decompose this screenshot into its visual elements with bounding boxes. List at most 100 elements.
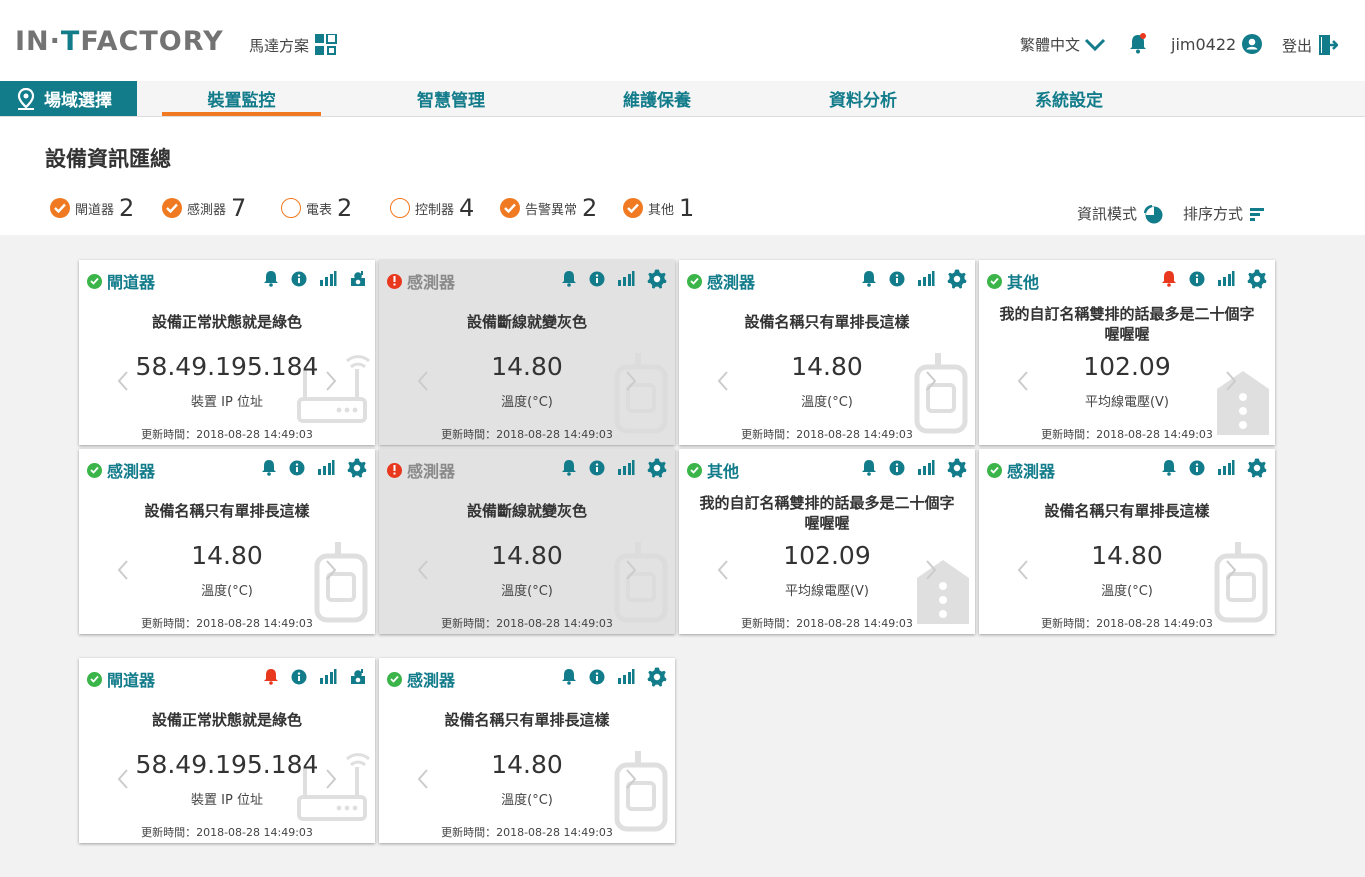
language-selector[interactable]: 繁體中文 <box>1020 34 1106 55</box>
chart-icon[interactable] <box>917 460 935 480</box>
update-time: 更新時間：2018-08-28 14:49:03 <box>741 428 913 441</box>
site-select-button[interactable]: 場域選擇 <box>0 81 137 116</box>
device-card[interactable]: 感測器 設備名稱只有單排長這樣 14.80 溫度(°C) 更新時間：2018-08-28… <box>979 449 1275 634</box>
gear-icon[interactable] <box>347 458 367 482</box>
user-menu[interactable]: jim0422 <box>1171 34 1263 54</box>
status-ok-icon <box>87 273 102 289</box>
chart-icon[interactable] <box>617 669 635 689</box>
chart-icon[interactable] <box>317 460 335 480</box>
status-ok-icon <box>387 671 402 687</box>
device-card[interactable]: 其他 我的自訂名稱雙排的話最多是二十個字喔喔喔 102.09 平均線電壓(V) 更新時間… <box>679 449 975 634</box>
chart-icon[interactable] <box>1217 460 1235 480</box>
logo-text-left: IN· <box>15 26 61 57</box>
checkbox-checked-icon[interactable] <box>50 198 70 218</box>
device-value: 14.80 <box>491 352 563 381</box>
chart-icon[interactable] <box>1217 271 1235 291</box>
sort-button[interactable]: 排序方式 <box>1183 203 1265 224</box>
update-time: 更新時間：2018-08-28 14:49:03 <box>141 428 313 441</box>
chart-icon[interactable] <box>617 271 635 291</box>
tab-maintenance[interactable]: 維護保養 <box>582 81 732 116</box>
chart-icon[interactable] <box>319 271 337 291</box>
filter-item[interactable]: 閘道器 2 <box>50 194 134 222</box>
gear-icon[interactable] <box>1247 458 1267 482</box>
device-card[interactable]: 感測器 設備名稱只有單排長這樣 14.80 溫度(°C) 更新時間：2018-08-28… <box>679 260 975 445</box>
logo[interactable]: IN·TFACTORY <box>15 26 224 57</box>
plan-label: 馬達方案 <box>249 36 310 55</box>
filter-item[interactable]: 感測器 7 <box>162 194 246 222</box>
filter-item[interactable]: 其他 1 <box>623 194 694 222</box>
chart-icon[interactable] <box>917 271 935 291</box>
device-card[interactable]: 感測器 設備名稱只有單排長這樣 14.80 溫度(°C) 更新時間：2018-08-28… <box>379 658 675 843</box>
gear-icon[interactable] <box>647 269 667 293</box>
filter-item[interactable]: 告警異常 2 <box>500 194 597 222</box>
filter-item[interactable]: 控制器 4 <box>390 194 474 222</box>
tab-smart-management[interactable]: 智慧管理 <box>376 81 526 116</box>
info-icon[interactable] <box>1189 271 1205 291</box>
filter-label: 感測器 <box>187 202 227 218</box>
info-icon[interactable] <box>289 460 305 480</box>
device-name: 設備正常狀態就是綠色 <box>151 711 302 729</box>
device-unit: 溫度(°C) <box>801 395 853 410</box>
chart-icon[interactable] <box>617 460 635 480</box>
info-icon[interactable] <box>889 271 905 291</box>
bell-icon[interactable] <box>263 668 279 690</box>
tab-device-monitor[interactable]: 裝置監控 <box>162 81 321 116</box>
router-settings-icon[interactable] <box>349 668 367 690</box>
filter-item[interactable]: 電表 2 <box>281 194 352 222</box>
tab-data-analysis[interactable]: 資料分析 <box>788 81 938 116</box>
status-error-icon <box>387 273 402 289</box>
info-icon[interactable] <box>889 460 905 480</box>
info-mode-button[interactable]: 資訊模式 <box>1077 203 1163 224</box>
filter-count: 2 <box>582 194 598 222</box>
device-card[interactable]: 感測器 設備斷線就變灰色 14.80 溫度(°C) 更新時間：2018-08-28 14… <box>379 260 675 445</box>
card-actions <box>861 269 967 293</box>
bell-icon[interactable] <box>561 270 577 292</box>
device-name: 設備名稱只有單排長這樣 <box>444 711 610 729</box>
chart-icon[interactable] <box>319 669 337 689</box>
bell-icon[interactable] <box>561 668 577 690</box>
plan-selector[interactable]: 馬達方案 <box>249 34 338 56</box>
notification-button[interactable] <box>1128 33 1148 59</box>
sort-label: 排序方式 <box>1183 205 1244 223</box>
info-icon[interactable] <box>1189 460 1205 480</box>
card-type: 感測器 <box>407 671 456 690</box>
gear-icon[interactable] <box>647 667 667 691</box>
checkbox-unchecked-icon[interactable] <box>281 198 301 218</box>
bell-icon[interactable] <box>263 270 279 292</box>
checkbox-checked-icon[interactable] <box>162 198 182 218</box>
logout-button[interactable]: 登出 <box>1282 34 1339 56</box>
bell-icon[interactable] <box>861 270 877 292</box>
tab-label: 裝置監控 <box>207 91 276 111</box>
device-card[interactable]: 感測器 設備斷線就變灰色 14.80 溫度(°C) 更新時間：2018-08-28 14… <box>379 449 675 634</box>
checkbox-unchecked-icon[interactable] <box>390 198 410 218</box>
tab-system-settings[interactable]: 系統設定 <box>994 81 1144 116</box>
device-card[interactable]: 其他 我的自訂名稱雙排的話最多是二十個字喔喔喔 102.09 平均線電壓(V) 更新時間… <box>979 260 1275 445</box>
update-time: 更新時間：2018-08-28 14:49:03 <box>1041 617 1213 630</box>
bell-icon[interactable] <box>561 459 577 481</box>
bell-icon[interactable] <box>1161 459 1177 481</box>
card-header: 感測器 <box>387 667 667 691</box>
filter-count: 7 <box>231 194 247 222</box>
info-icon[interactable] <box>589 669 605 689</box>
gear-icon[interactable] <box>947 269 967 293</box>
gear-icon[interactable] <box>647 458 667 482</box>
bell-icon[interactable] <box>861 459 877 481</box>
info-icon[interactable] <box>291 271 307 291</box>
info-icon[interactable] <box>589 460 605 480</box>
checkbox-checked-icon[interactable] <box>500 198 520 218</box>
device-card[interactable]: 感測器 設備名稱只有單排長這樣 14.80 溫度(°C) 更新時間：2018-08-28… <box>79 449 375 634</box>
card-actions <box>1161 458 1267 482</box>
gear-icon[interactable] <box>1247 269 1267 293</box>
device-card[interactable]: 閘道器 設備正常狀態就是綠色 58.49.195.184 裝置 IP 位址 更新時間：2… <box>79 658 375 843</box>
bell-icon[interactable] <box>1161 270 1177 292</box>
tab-label: 系統設定 <box>1035 91 1103 111</box>
bell-icon[interactable] <box>261 459 277 481</box>
device-card[interactable]: 閘道器 設備正常狀態就是綠色 58.49.195.184 裝置 IP 位址 更新時間：2… <box>79 260 375 445</box>
gear-icon[interactable] <box>947 458 967 482</box>
checkbox-checked-icon[interactable] <box>623 198 643 218</box>
info-icon[interactable] <box>589 271 605 291</box>
router-settings-icon[interactable] <box>349 270 367 292</box>
device-name: 我的自訂名稱雙排的話最多是二十個字喔喔喔 <box>999 305 1255 343</box>
username: jim0422 <box>1171 34 1237 54</box>
info-icon[interactable] <box>291 669 307 689</box>
